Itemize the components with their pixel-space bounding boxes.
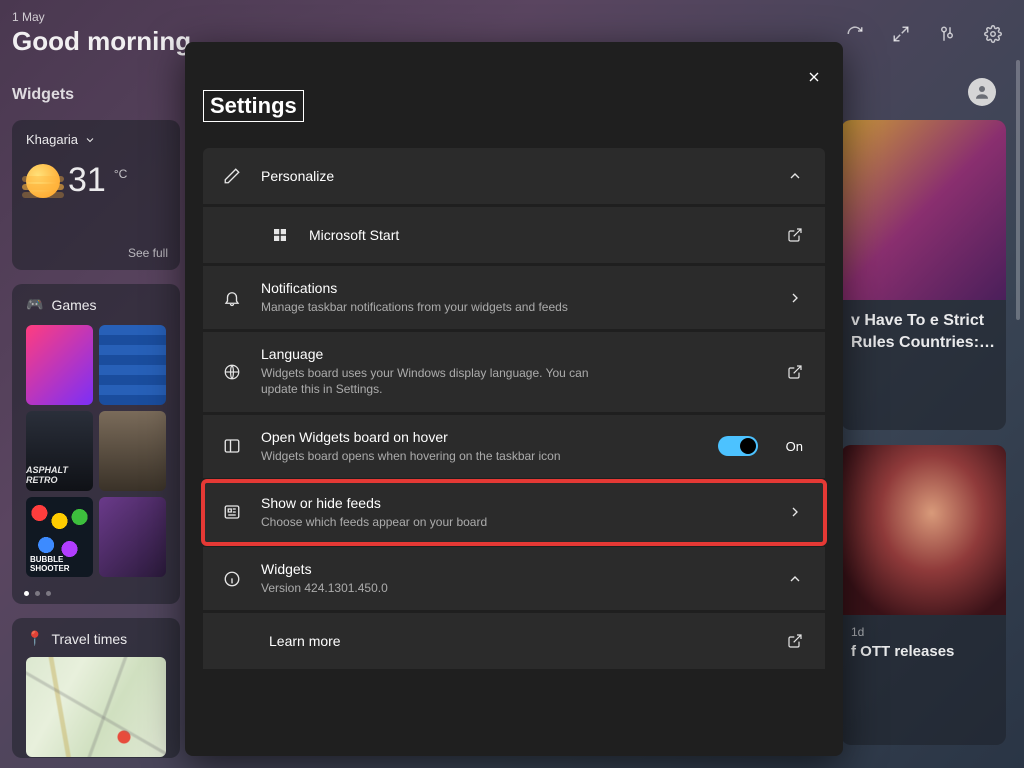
gear-icon[interactable] (984, 25, 1002, 43)
scrollbar[interactable] (1016, 60, 1020, 320)
bell-icon (221, 289, 243, 307)
settings-row-feeds[interactable]: Show or hide feeds Choose which feeds ap… (203, 481, 825, 544)
settings-row-personalize[interactable]: Personalize (203, 148, 825, 204)
avatar[interactable] (968, 78, 996, 106)
weather-location-text: Khagaria (26, 132, 78, 147)
globe-icon (221, 363, 243, 381)
pin-icon: 📍 (26, 630, 43, 647)
travel-card[interactable]: 📍 Travel times (12, 618, 180, 758)
expand-icon[interactable] (892, 25, 910, 43)
row-subtitle: Version 424.1301.450.0 (261, 580, 765, 596)
games-card[interactable]: 🎮 Games ASPHALT RETRO BUBBLE SHOOTER (12, 284, 180, 604)
toggle-state-label: On (786, 439, 803, 454)
game-tile[interactable]: ASPHALT RETRO (26, 411, 93, 491)
row-subtitle: Widgets board opens when hovering on the… (261, 448, 700, 464)
weather-card[interactable]: Khagaria 31 °C See full (12, 120, 180, 270)
settings-modal: Settings Personalize Microsoft Start Not… (185, 42, 843, 756)
news-card[interactable]: v Have To e Strict Rules Countries:… (841, 120, 1006, 430)
chevron-right-icon (783, 290, 807, 306)
news-card[interactable]: 1d f OTT releases (841, 445, 1006, 745)
row-title: Language (261, 346, 765, 362)
games-title: Games (51, 297, 96, 313)
close-button[interactable] (803, 66, 825, 88)
date-label: 1 May (12, 10, 191, 24)
header: 1 May Good morning (12, 10, 191, 57)
widgets-section-label: Widgets (12, 86, 74, 104)
game-tile[interactable] (99, 497, 166, 577)
pencil-icon (221, 167, 243, 185)
news-image (841, 445, 1006, 615)
refresh-icon[interactable] (846, 25, 864, 43)
modal-title: Settings (203, 90, 304, 122)
settings-row-language[interactable]: Language Widgets board uses your Windows… (203, 332, 825, 411)
games-icon: 🎮 (26, 296, 43, 313)
row-title: Microsoft Start (309, 227, 765, 243)
open-external-icon (783, 633, 807, 649)
temperature-value: 31 (68, 161, 106, 200)
row-title: Personalize (261, 168, 765, 184)
chevron-right-icon (783, 504, 807, 520)
open-external-icon (783, 227, 807, 243)
map-thumbnail[interactable] (26, 657, 166, 757)
close-icon (806, 69, 822, 85)
row-title: Widgets (261, 561, 765, 577)
weather-location[interactable]: Khagaria (26, 132, 166, 147)
settings-row-widgets-version[interactable]: Widgets Version 424.1301.450.0 (203, 547, 825, 610)
msn-icon (269, 226, 291, 244)
row-title: Learn more (269, 633, 765, 649)
temperature-unit: °C (114, 167, 127, 181)
pager-dots[interactable] (24, 591, 51, 596)
settings-row-learn-more[interactable]: Learn more (203, 613, 825, 669)
row-subtitle: Widgets board uses your Windows display … (261, 365, 601, 397)
news-headline: v Have To e Strict Rules Countries:… (851, 310, 1002, 353)
row-title: Show or hide feeds (261, 495, 765, 511)
row-title: Notifications (261, 280, 765, 296)
row-subtitle: Manage taskbar notifications from your w… (261, 299, 765, 315)
manage-icon[interactable] (938, 25, 956, 43)
game-tile[interactable] (26, 325, 93, 405)
info-icon (221, 570, 243, 588)
header-action-icons (846, 25, 1002, 43)
chevron-down-icon (84, 134, 96, 146)
chevron-up-icon (783, 168, 807, 184)
settings-row-hover[interactable]: Open Widgets board on hover Widgets boar… (203, 415, 825, 478)
news-meta: 1d (851, 625, 996, 639)
news-image (841, 120, 1006, 300)
row-subtitle: Choose which feeds appear on your board (261, 514, 765, 530)
hover-toggle[interactable] (718, 436, 758, 456)
settings-row-microsoft-start[interactable]: Microsoft Start (203, 207, 825, 263)
game-tile[interactable] (99, 325, 166, 405)
greeting-label: Good morning (12, 26, 191, 57)
chevron-up-icon (783, 571, 807, 587)
feeds-icon (221, 503, 243, 521)
game-tile[interactable] (99, 411, 166, 491)
board-icon (221, 437, 243, 455)
travel-title: Travel times (51, 631, 127, 647)
open-external-icon (783, 364, 807, 380)
row-title: Open Widgets board on hover (261, 429, 700, 445)
settings-row-notifications[interactable]: Notifications Manage taskbar notificatio… (203, 266, 825, 329)
news-headline: f OTT releases (851, 643, 996, 660)
see-full-link[interactable]: See full (128, 246, 168, 260)
game-tile[interactable]: BUBBLE SHOOTER (26, 497, 93, 577)
sun-icon (26, 164, 60, 198)
